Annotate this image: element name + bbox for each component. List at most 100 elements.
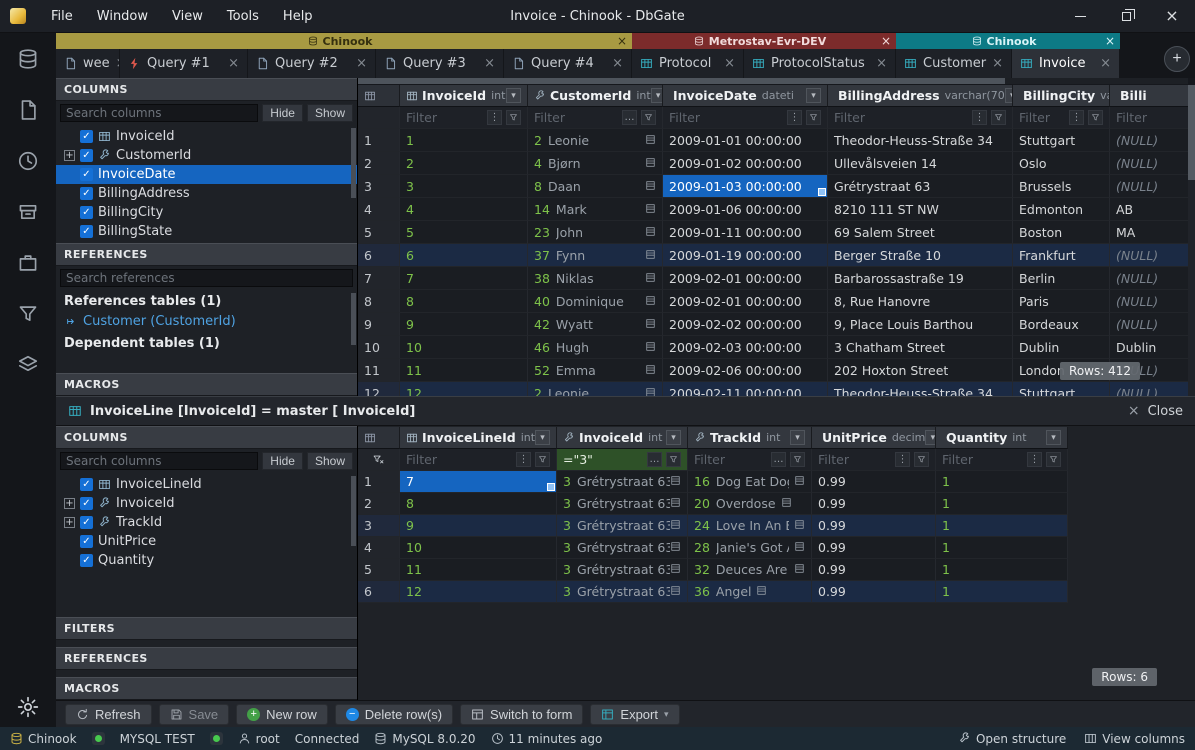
cell-billingaddress[interactable]: Ullevålsveien 14 — [828, 152, 1013, 175]
row-number[interactable]: 12 — [358, 382, 400, 396]
menu-window[interactable]: Window — [86, 5, 159, 28]
tab-group-header[interactable]: Metrostav-Evr-DEV× — [632, 33, 896, 49]
cell-billingcity[interactable]: Dublin — [1013, 336, 1110, 359]
checkbox-checked-icon[interactable]: ✓ — [80, 130, 93, 143]
hide-columns-button[interactable]: Hide — [262, 104, 303, 122]
cell-billingcity[interactable]: Frankfurt — [1013, 244, 1110, 267]
column-tree-item-billingstate[interactable]: ✓BillingState — [56, 222, 357, 241]
rail-filter-icon[interactable] — [16, 302, 40, 326]
column-tree-item-invoiceid[interactable]: ✓InvoiceId — [56, 127, 357, 146]
tree-scrollbar[interactable] — [351, 476, 356, 546]
horizontal-scrollbar[interactable] — [358, 78, 1188, 84]
column-tree-item-invoiceid[interactable]: +✓InvoiceId — [56, 494, 357, 513]
new-row-button[interactable]: +New row — [236, 704, 328, 725]
filter-menu-icon[interactable]: ⋮ — [972, 110, 987, 125]
cell-invoiceid[interactable]: 3Grétrystraat 63 — [557, 537, 688, 559]
search-references-input[interactable] — [60, 269, 353, 287]
rail-briefcase-icon[interactable] — [16, 251, 40, 275]
save-button[interactable]: Save — [159, 704, 230, 725]
tab-close-icon[interactable]: × — [724, 56, 735, 71]
cell-billingaddress[interactable]: 69 Salem Street — [828, 221, 1013, 244]
cell-quantity[interactable]: 1 — [936, 493, 1068, 515]
filter-billingaddress[interactable]: Filter⋮ — [828, 107, 1013, 129]
column-tree-item-quantity[interactable]: ✓Quantity — [56, 551, 357, 570]
cell-invoicelineid[interactable]: 8 — [400, 493, 557, 515]
cell-billingaddress[interactable]: Grétrystraat 63 — [828, 175, 1013, 198]
row-number[interactable]: 2 — [358, 493, 400, 515]
tab-group-header[interactable]: Chinook× — [56, 33, 632, 49]
cell-invoiceid[interactable]: 3Grétrystraat 63 — [557, 493, 688, 515]
detail-close-button[interactable]: Close — [1148, 404, 1183, 419]
cell-billingcity[interactable]: Stuttgart — [1013, 129, 1110, 152]
cell-customerid[interactable]: 23John — [528, 221, 663, 244]
search-columns-input[interactable] — [60, 104, 258, 122]
checkbox-checked-icon[interactable]: ✓ — [80, 516, 93, 529]
filter-funnel-icon[interactable] — [790, 452, 805, 467]
rail-history-icon[interactable] — [16, 149, 40, 173]
new-tab-button[interactable]: + — [1164, 46, 1190, 72]
status-item-open-structure[interactable]: Open structure — [958, 732, 1066, 746]
cell-billingcity[interactable]: Edmonton — [1013, 198, 1110, 221]
cell-quantity[interactable]: 1 — [936, 515, 1068, 537]
cell-invoiceid[interactable]: 1 — [400, 129, 528, 152]
checkbox-checked-icon[interactable]: ✓ — [80, 478, 93, 491]
filters-section-header[interactable]: FILTERS — [56, 617, 357, 640]
rail-archive-icon[interactable] — [16, 200, 40, 224]
cell-billingstate[interactable]: (NULL) — [1110, 313, 1195, 336]
select-all-cell[interactable] — [358, 427, 400, 449]
rail-settings-icon[interactable] — [16, 695, 40, 719]
row-number[interactable]: 1 — [358, 129, 400, 152]
show-columns-button[interactable]: Show — [307, 104, 353, 122]
menu-view[interactable]: View — [161, 5, 214, 28]
filter-invoicelineid[interactable]: Filter⋮ — [400, 449, 557, 471]
cell-billingaddress[interactable]: 8, Rue Hanovre — [828, 290, 1013, 313]
column-tree-item-invoicelineid[interactable]: ✓InvoiceLineId — [56, 475, 357, 494]
tab-group-header[interactable]: Chinook× — [896, 33, 1120, 49]
cell-billingcity[interactable]: Bordeaux — [1013, 313, 1110, 336]
cell-invoicedate[interactable]: 2009-01-03 00:00:00 — [663, 175, 828, 198]
column-menu-icon[interactable]: ▾ — [1005, 88, 1013, 103]
detail-hide-columns-button[interactable]: Hide — [262, 452, 303, 470]
filter-invoiceid[interactable]: ="3"… — [557, 449, 688, 471]
cell-customerid[interactable]: 14Mark — [528, 198, 663, 221]
cell-unitprice[interactable]: 0.99 — [812, 471, 936, 493]
filter-menu-icon[interactable]: … — [647, 452, 662, 467]
filter-unitprice[interactable]: Filter⋮ — [812, 449, 936, 471]
filter-menu-icon[interactable]: ⋮ — [1069, 110, 1084, 125]
cell-billingaddress[interactable]: Theodor-Heuss-Straße 34 — [828, 129, 1013, 152]
cell-trackid[interactable]: 36Angel — [688, 581, 812, 603]
cell-unitprice[interactable]: 0.99 — [812, 493, 936, 515]
filter-trackid[interactable]: Filter… — [688, 449, 812, 471]
column-tree-item-unitprice[interactable]: ✓UnitPrice — [56, 532, 357, 551]
column-menu-icon[interactable]: ▾ — [790, 430, 805, 445]
column-tree-item-billingaddress[interactable]: ✓BillingAddress — [56, 184, 357, 203]
cell-unitprice[interactable]: 0.99 — [812, 515, 936, 537]
cell-billingstate[interactable]: (NULL) — [1110, 175, 1195, 198]
cell-billingstate[interactable]: MA — [1110, 221, 1195, 244]
tab-close-icon[interactable]: × — [228, 56, 239, 71]
cell-billingaddress[interactable]: 9, Place Louis Barthou — [828, 313, 1013, 336]
checkbox-checked-icon[interactable]: ✓ — [80, 149, 93, 162]
switch-to-form-button[interactable]: Switch to form — [460, 704, 583, 725]
cell-billingcity[interactable]: Stuttgart — [1013, 382, 1110, 396]
row-number[interactable]: 4 — [358, 198, 400, 221]
cell-billingstate[interactable]: (NULL) — [1110, 129, 1195, 152]
cell-billingstate[interactable]: (NULL) — [1110, 267, 1195, 290]
filter-menu-icon[interactable]: ⋮ — [895, 452, 910, 467]
cell-invoicedate[interactable]: 2009-01-19 00:00:00 — [663, 244, 828, 267]
cell-trackid[interactable]: 32Deuces Are W — [688, 559, 812, 581]
detail-search-columns-input[interactable] — [60, 452, 258, 470]
menu-help[interactable]: Help — [272, 5, 324, 28]
cell-customerid[interactable]: 46Hugh — [528, 336, 663, 359]
column-header-trackid[interactable]: TrackIdint▾ — [688, 427, 812, 449]
detail-columns-section-header[interactable]: COLUMNS — [56, 426, 357, 449]
column-header-invoicelineid[interactable]: InvoiceLineIdint▾ — [400, 427, 557, 449]
tab-wee[interactable]: wee× — [56, 49, 120, 78]
checkbox-checked-icon[interactable]: ✓ — [80, 535, 93, 548]
cell-invoiceid[interactable]: 3Grétrystraat 63 — [557, 559, 688, 581]
cell-trackid[interactable]: 20Overdose — [688, 493, 812, 515]
close-window-button[interactable]: × — [1149, 0, 1195, 32]
tab-close-icon[interactable]: × — [876, 56, 887, 71]
row-number[interactable]: 2 — [358, 152, 400, 175]
cell-billingaddress[interactable]: 8210 111 ST NW — [828, 198, 1013, 221]
